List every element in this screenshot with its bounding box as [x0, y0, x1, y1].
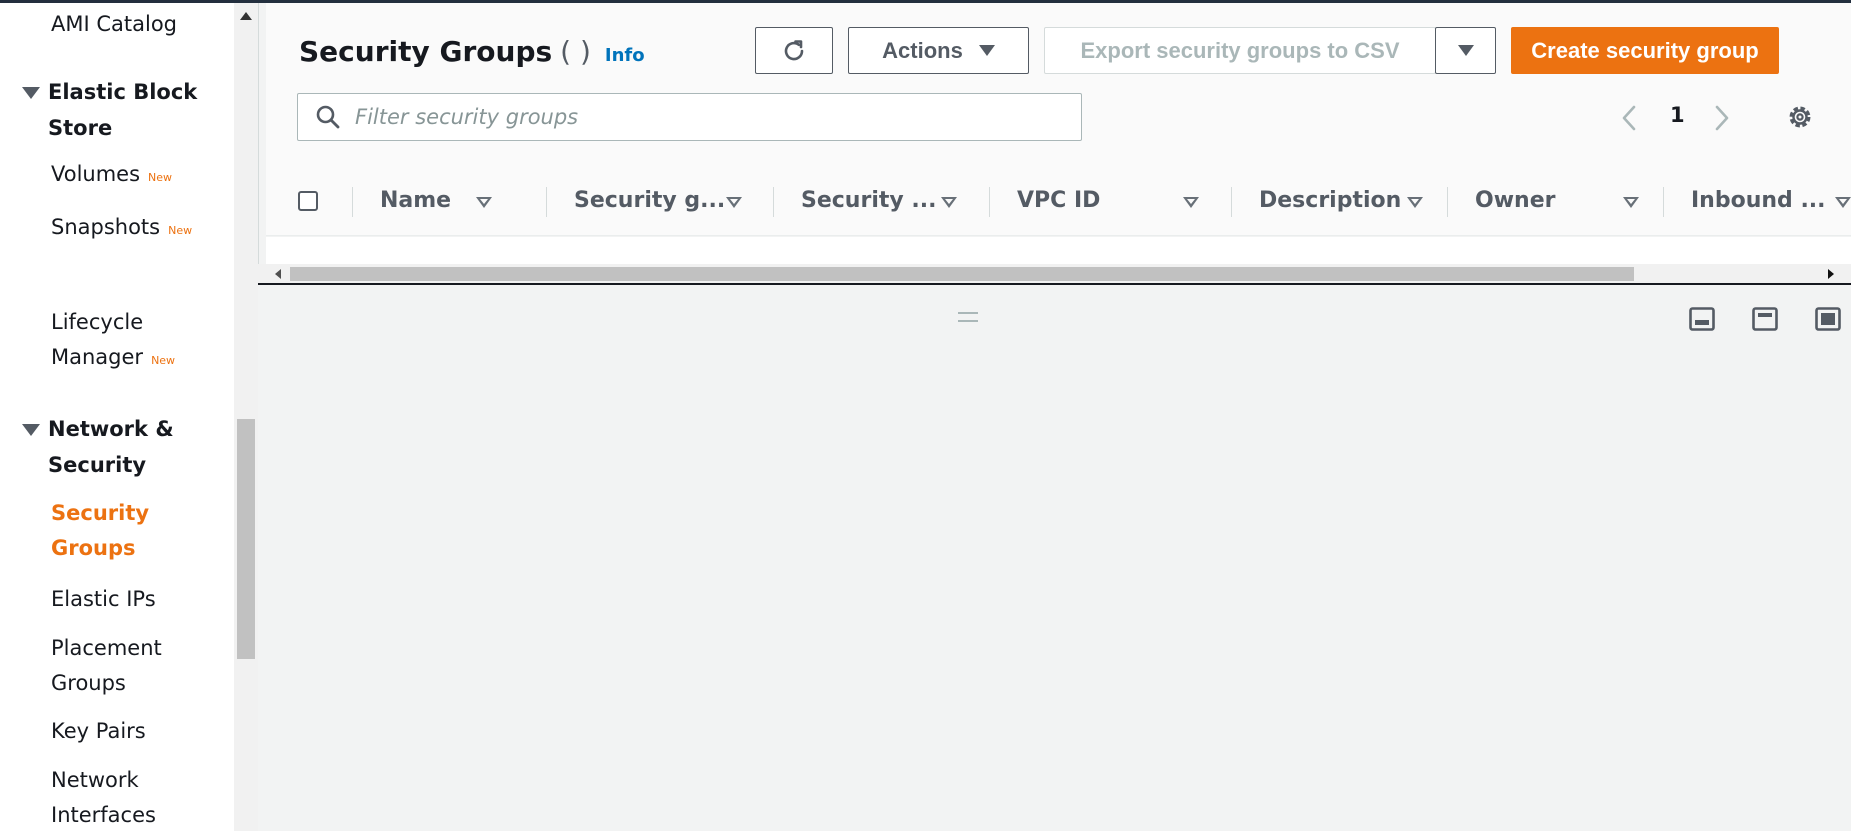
- sidebar-item-lifecycle-manager[interactable]: Lifecycle Manager New: [51, 305, 175, 378]
- column-header-vpc-id[interactable]: VPC ID: [989, 167, 1231, 237]
- column-header-name[interactable]: Name: [352, 167, 546, 237]
- filter-security-groups-input[interactable]: [353, 100, 1057, 134]
- sidebar-item-label: Manager: [51, 345, 144, 369]
- filter-search-box[interactable]: [297, 93, 1082, 141]
- sidebar-item-label: Volumes: [51, 162, 141, 186]
- create-security-group-button[interactable]: Create security group: [1511, 27, 1779, 74]
- sidebar-section-label: Network & Security: [48, 417, 174, 477]
- sort-icon[interactable]: [1623, 197, 1639, 208]
- export-label: Export security groups to CSV: [1080, 37, 1400, 63]
- sidebar-item-volumes[interactable]: Volumes New: [51, 157, 172, 195]
- scroll-right-arrow-icon[interactable]: [1828, 269, 1834, 279]
- next-page-icon[interactable]: [1713, 105, 1731, 131]
- sidebar-scroll-thumb[interactable]: [237, 419, 255, 659]
- column-label: Security g...: [574, 188, 726, 213]
- page-title: Security Groups( ) Info: [299, 35, 645, 68]
- split-panel-area: [258, 285, 1851, 831]
- table-horizontal-scrollbar[interactable]: [258, 264, 1851, 284]
- column-label: VPC ID: [1017, 188, 1101, 213]
- new-badge: New: [168, 224, 193, 237]
- sort-icon[interactable]: [1835, 197, 1851, 208]
- actions-label: Actions: [882, 37, 963, 63]
- sidebar-item-ami-catalog[interactable]: AMI Catalog: [51, 7, 177, 42]
- column-separator: [1231, 187, 1232, 217]
- sort-icon[interactable]: [1407, 197, 1423, 208]
- column-label: Inbound ...: [1691, 188, 1826, 213]
- current-page-number[interactable]: 1: [1670, 103, 1685, 127]
- sidebar-item-label: Interfaces: [51, 803, 156, 827]
- sidebar-scrollbar[interactable]: [234, 3, 259, 831]
- sidebar-nav: AMI Catalog Elastic Block Store Volumes N…: [0, 3, 234, 831]
- sort-icon[interactable]: [1183, 197, 1199, 208]
- column-header-description[interactable]: Description: [1231, 167, 1447, 237]
- sidebar-item-label: Placement: [51, 636, 162, 660]
- split-panel-side-icon[interactable]: [1752, 307, 1778, 331]
- refresh-button[interactable]: [755, 27, 833, 74]
- column-label: Security ...: [801, 188, 937, 213]
- sidebar-item-label: Key Pairs: [51, 719, 146, 743]
- column-separator: [1663, 187, 1664, 217]
- column-header-inbound-rules[interactable]: Inbound ...: [1663, 167, 1851, 237]
- sidebar-item-security-groups[interactable]: Security Groups: [51, 496, 149, 566]
- sidebar-item-label: Elastic IPs: [51, 587, 156, 611]
- security-groups-panel: Security Groups( ) Info Actions Export se…: [266, 3, 1851, 267]
- sidebar-item-key-pairs[interactable]: Key Pairs: [51, 714, 146, 749]
- column-separator: [773, 187, 774, 217]
- sort-icon[interactable]: [476, 197, 492, 208]
- column-header-owner[interactable]: Owner: [1447, 167, 1663, 237]
- sidebar-item-placement-groups[interactable]: Placement Groups: [51, 631, 162, 701]
- info-link[interactable]: Info: [605, 45, 645, 66]
- column-separator: [1447, 187, 1448, 217]
- sidebar-item-label: AMI Catalog: [51, 12, 177, 36]
- item-count: ( ): [560, 35, 591, 68]
- column-header-security-group-id[interactable]: Security g...: [546, 167, 773, 237]
- sort-icon[interactable]: [941, 197, 957, 208]
- column-label: Description: [1259, 188, 1402, 213]
- sidebar-item-label: Security: [51, 501, 150, 525]
- sidebar-item-snapshots[interactable]: Snapshots New: [51, 210, 192, 248]
- previous-page-icon[interactable]: [1620, 105, 1638, 131]
- sidebar-item-label: Snapshots: [51, 215, 161, 239]
- sidebar-item-label: Network: [51, 768, 139, 792]
- scroll-left-arrow-icon[interactable]: [275, 269, 281, 279]
- select-all-checkbox[interactable]: [298, 191, 318, 211]
- new-badge: New: [151, 354, 176, 367]
- column-header-security-group-name[interactable]: Security ...: [773, 167, 989, 237]
- sidebar-item-label: Groups: [51, 536, 136, 560]
- split-panel-bottom-icon[interactable]: [1689, 307, 1715, 331]
- column-separator: [989, 187, 990, 217]
- export-options-dropdown-button[interactable]: [1435, 27, 1496, 74]
- create-label: Create security group: [1531, 37, 1759, 63]
- new-badge: New: [148, 171, 173, 184]
- scroll-up-arrow-icon[interactable]: [240, 12, 252, 20]
- drag-handle-icon[interactable]: [958, 312, 978, 322]
- caret-down-icon: [22, 87, 40, 99]
- refresh-icon: [784, 39, 804, 60]
- column-label: Owner: [1475, 188, 1556, 213]
- caret-down-icon: [1457, 45, 1474, 56]
- sidebar-item-label: Groups: [51, 671, 126, 695]
- search-icon: [316, 105, 340, 129]
- page-title-text: Security Groups: [299, 35, 553, 68]
- table-body-empty: [266, 237, 1851, 267]
- caret-down-icon: [22, 424, 40, 436]
- split-panel-full-icon[interactable]: [1815, 307, 1841, 331]
- actions-dropdown-button[interactable]: Actions: [848, 27, 1029, 74]
- horizontal-scroll-thumb[interactable]: [290, 267, 1634, 281]
- sort-icon[interactable]: [726, 197, 742, 208]
- sidebar-item-elastic-ips[interactable]: Elastic IPs: [51, 582, 156, 617]
- sidebar-item-network-interfaces[interactable]: Network Interfaces: [51, 763, 156, 831]
- sidebar-item-label: Lifecycle: [51, 310, 144, 334]
- export-csv-button[interactable]: Export security groups to CSV: [1044, 27, 1436, 74]
- table-header: Name Security g... Security ... VPC ID D…: [266, 167, 1851, 237]
- column-label: Name: [380, 188, 452, 213]
- gear-icon[interactable]: [1785, 102, 1815, 132]
- column-separator: [352, 187, 353, 217]
- caret-down-icon: [978, 45, 995, 56]
- sidebar-section-label: Elastic Block Store: [48, 80, 198, 140]
- column-separator: [546, 187, 547, 217]
